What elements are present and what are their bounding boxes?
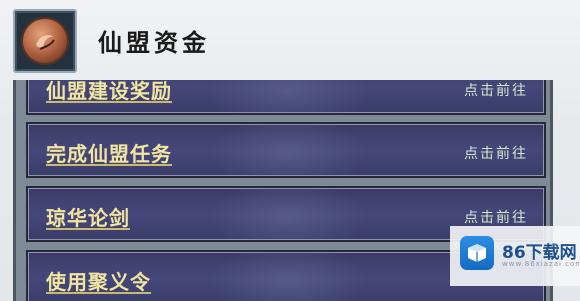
list-item-alliance-build-reward[interactable]: 仙盟建设奖励 点击前往: [26, 80, 546, 115]
box-logo-icon: [460, 236, 494, 270]
alliance-emblem: [13, 9, 77, 73]
list-item-label: 琼华论剑: [46, 206, 130, 230]
watermark-url: www.86xiazai.com: [502, 260, 580, 268]
page-title: 仙盟资金: [98, 28, 210, 57]
panel-header: 仙盟资金: [0, 0, 580, 80]
list-item-label: 完成仙盟任务: [46, 142, 172, 166]
alliance-emblem-icon: [23, 19, 67, 63]
go-to-link[interactable]: 点击前往: [464, 143, 528, 163]
go-to-link[interactable]: 点击前往: [464, 80, 528, 100]
list-item-label: 仙盟建设奖励: [46, 80, 172, 103]
go-to-link[interactable]: 点击前往: [464, 207, 528, 227]
list-item-alliance-task[interactable]: 完成仙盟任务 点击前往: [26, 122, 546, 178]
list-item-label: 使用聚义令: [46, 270, 151, 294]
site-watermark: 86下载网 www.86xiazai.com: [450, 226, 580, 286]
